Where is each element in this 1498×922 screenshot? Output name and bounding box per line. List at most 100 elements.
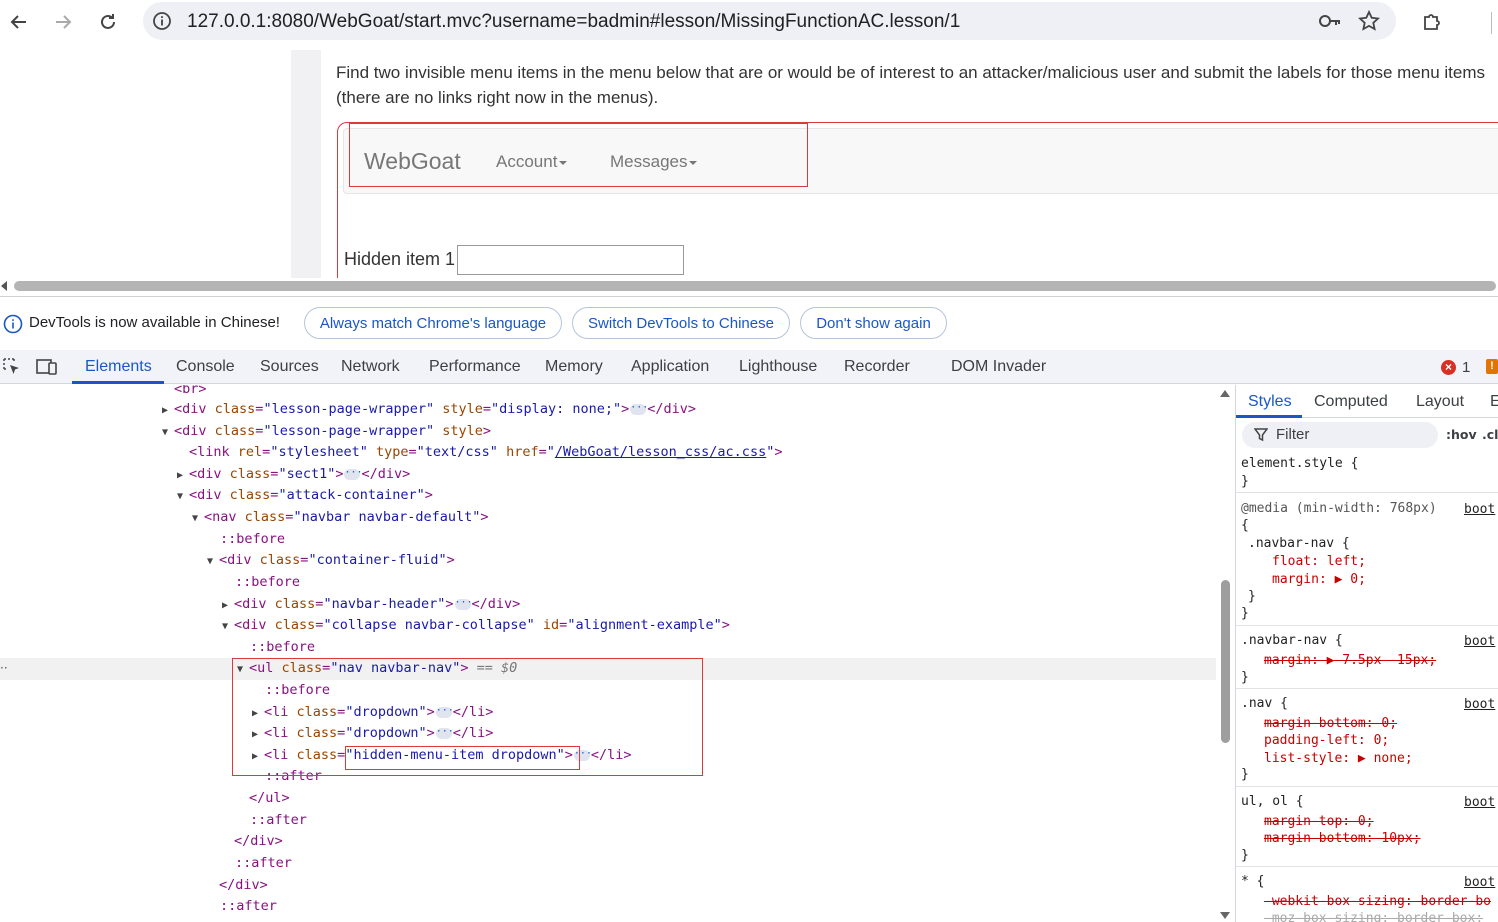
node-menu-icon[interactable]: ·· [0,661,8,675]
style-rule-selector[interactable]: .navbar-nav { [1241,632,1343,649]
overridden-declaration[interactable]: margin-top: 0; [1264,813,1374,830]
style-declaration[interactable]: margin: ▶ 0; [1272,571,1366,588]
back-button[interactable] [3,6,35,38]
tab-recorder[interactable]: Recorder [844,358,910,376]
extensions-button[interactable] [1416,6,1448,38]
tab-memory[interactable]: Memory [545,358,603,376]
dom-line[interactable]: ::after [0,896,1216,918]
warning-icon[interactable]: ! [1486,359,1498,374]
site-info-icon[interactable] [151,10,173,32]
tab-application[interactable]: Application [631,358,709,376]
error-count-badge[interactable]: × 1 [1441,359,1470,376]
dom-line[interactable]: ::before [0,637,1216,659]
style-declaration[interactable]: float: left; [1272,553,1366,570]
collapsed-content-icon[interactable]: ··· [454,597,473,610]
overridden-declaration[interactable]: margin-bottom: 0; [1264,715,1397,732]
dom-line[interactable]: ▶ <div class="lesson-page-wrapper" style=… [0,399,1216,421]
hidden-item-1-input[interactable] [457,245,684,275]
stylesheet-source-link[interactable]: boot [1464,697,1495,712]
scroll-left-icon[interactable] [1,281,7,291]
style-rule-selector[interactable]: ul, ol { [1241,793,1304,810]
tab-computed[interactable]: Computed [1314,393,1388,411]
dom-line[interactable]: ▼ <div class="lesson-page-wrapper" style> [0,421,1216,443]
collapse-triangle-icon[interactable]: ▼ [177,486,189,508]
dom-line[interactable]: ▼ <div class="attack-container"> [0,485,1216,507]
style-declaration[interactable]: list-style: ▶ none; [1264,750,1413,767]
expand-triangle-icon[interactable]: ▶ [162,400,174,422]
dom-line[interactable]: ▼ <nav class="navbar navbar-default"> [0,507,1216,529]
dom-line[interactable]: </div> [0,875,1216,897]
tab-performance[interactable]: Performance [429,358,521,376]
hover-state-toggle[interactable]: :hov [1446,427,1477,442]
forward-button[interactable] [47,6,79,38]
collapsed-content-icon[interactable]: ··· [344,467,363,480]
stylesheet-link[interactable]: /WebGoat/lesson_css/ac.css [555,444,766,460]
always-match-language-button[interactable]: Always match Chrome's language [304,307,562,339]
collapsed-content-icon[interactable]: ··· [630,402,648,415]
error-count: 1 [1462,359,1471,376]
dom-line[interactable]: ▶ <div class="sect1">···</div> [0,464,1216,486]
dom-line[interactable]: ::after [0,853,1216,875]
dom-line[interactable]: ::before [0,529,1216,551]
dont-show-again-button[interactable]: Don't show again [800,307,947,339]
collapse-triangle-icon[interactable]: ▼ [162,422,174,444]
scroll-up-icon[interactable] [1220,390,1230,397]
bookmark-star-icon[interactable] [1357,9,1381,37]
expand-triangle-icon[interactable]: ▶ [177,465,189,487]
dom-line[interactable]: ::after [0,810,1216,832]
overridden-declaration[interactable]: margin: ▶ 7.5px -15px; [1264,652,1436,669]
device-toolbar-icon[interactable] [36,357,58,382]
collapse-triangle-icon[interactable]: ▼ [192,508,204,530]
scroll-down-icon[interactable] [1220,912,1230,919]
tab-console[interactable]: Console [176,358,235,376]
overridden-declaration[interactable]: -webkit-box-sizing: border-bo [1264,893,1491,910]
overridden-declaration[interactable]: -moz-box-sizing: border-box; [1264,910,1483,922]
styles-pane: Styles Computed Layout E Filter :hov .cl… [1236,385,1498,922]
style-declaration[interactable]: padding-left: 0; [1264,732,1389,749]
switch-to-chinese-button[interactable]: Switch DevTools to Chinese [572,307,790,339]
url-text[interactable]: 127.0.0.1:8080/WebGoat/start.mvc?usernam… [187,11,960,33]
class-toggle[interactable]: .cl [1482,427,1498,442]
tab-sources[interactable]: Sources [260,358,319,376]
scrollbar-thumb[interactable] [14,281,1496,291]
dom-line[interactable]: ▼ <div class="container-fluid"> [0,550,1216,572]
address-bar[interactable]: 127.0.0.1:8080/WebGoat/start.mvc?usernam… [143,2,1396,40]
collapse-triangle-icon[interactable]: ▼ [207,551,219,573]
dom-line[interactable]: ::before [0,572,1216,594]
active-tab-indicator [72,381,164,384]
rule-divider [1236,866,1498,867]
style-rule-selector[interactable]: * { [1241,873,1264,890]
stylesheet-source-link[interactable]: boot [1464,795,1495,810]
tab-event-listeners[interactable]: E [1490,393,1498,411]
style-rule-brace: { [1241,518,1249,533]
stylesheet-source-link[interactable]: boot [1464,502,1495,517]
style-rule-selector[interactable]: .nav { [1241,695,1288,712]
page-horizontal-scrollbar[interactable] [0,280,1498,292]
stylesheet-source-link[interactable]: boot [1464,634,1495,649]
tab-lighthouse[interactable]: Lighthouse [739,358,817,376]
overridden-declaration[interactable]: margin-bottom: 10px; [1264,830,1421,847]
tab-network[interactable]: Network [341,358,400,376]
dom-line[interactable]: <link rel="stylesheet" type="text/css" h… [0,442,1216,464]
dom-vertical-scrollbar[interactable] [1217,385,1234,922]
dom-line[interactable]: ▼ <div class="collapse navbar-collapse" i… [0,615,1216,637]
tab-elements[interactable]: Elements [85,358,152,376]
dom-line[interactable]: ▶ <div class="navbar-header">···</div> [0,594,1216,616]
stylesheet-source-link[interactable]: boot [1464,875,1495,890]
lesson-instructions: Find two invisible menu items in the men… [336,63,1486,107]
password-key-icon[interactable] [1318,10,1342,37]
tab-styles[interactable]: Styles [1248,393,1292,411]
inspect-element-icon[interactable] [2,357,22,382]
tab-layout[interactable]: Layout [1416,393,1464,411]
expand-triangle-icon[interactable]: ▶ [222,595,234,617]
collapse-triangle-icon[interactable]: ▼ [222,616,234,638]
styles-filter-input[interactable]: Filter [1242,422,1438,448]
style-rule-selector[interactable]: .navbar-nav { [1248,535,1350,552]
style-rule-selector[interactable]: element.style { [1241,455,1358,472]
active-tab-indicator [1236,415,1302,418]
tab-dom-invader[interactable]: DOM Invader [951,358,1046,376]
dom-line[interactable]: </ul> [0,788,1216,810]
dom-line[interactable]: </div> [0,831,1216,853]
reload-button[interactable] [92,6,124,38]
scrollbar-thumb[interactable] [1221,580,1230,743]
